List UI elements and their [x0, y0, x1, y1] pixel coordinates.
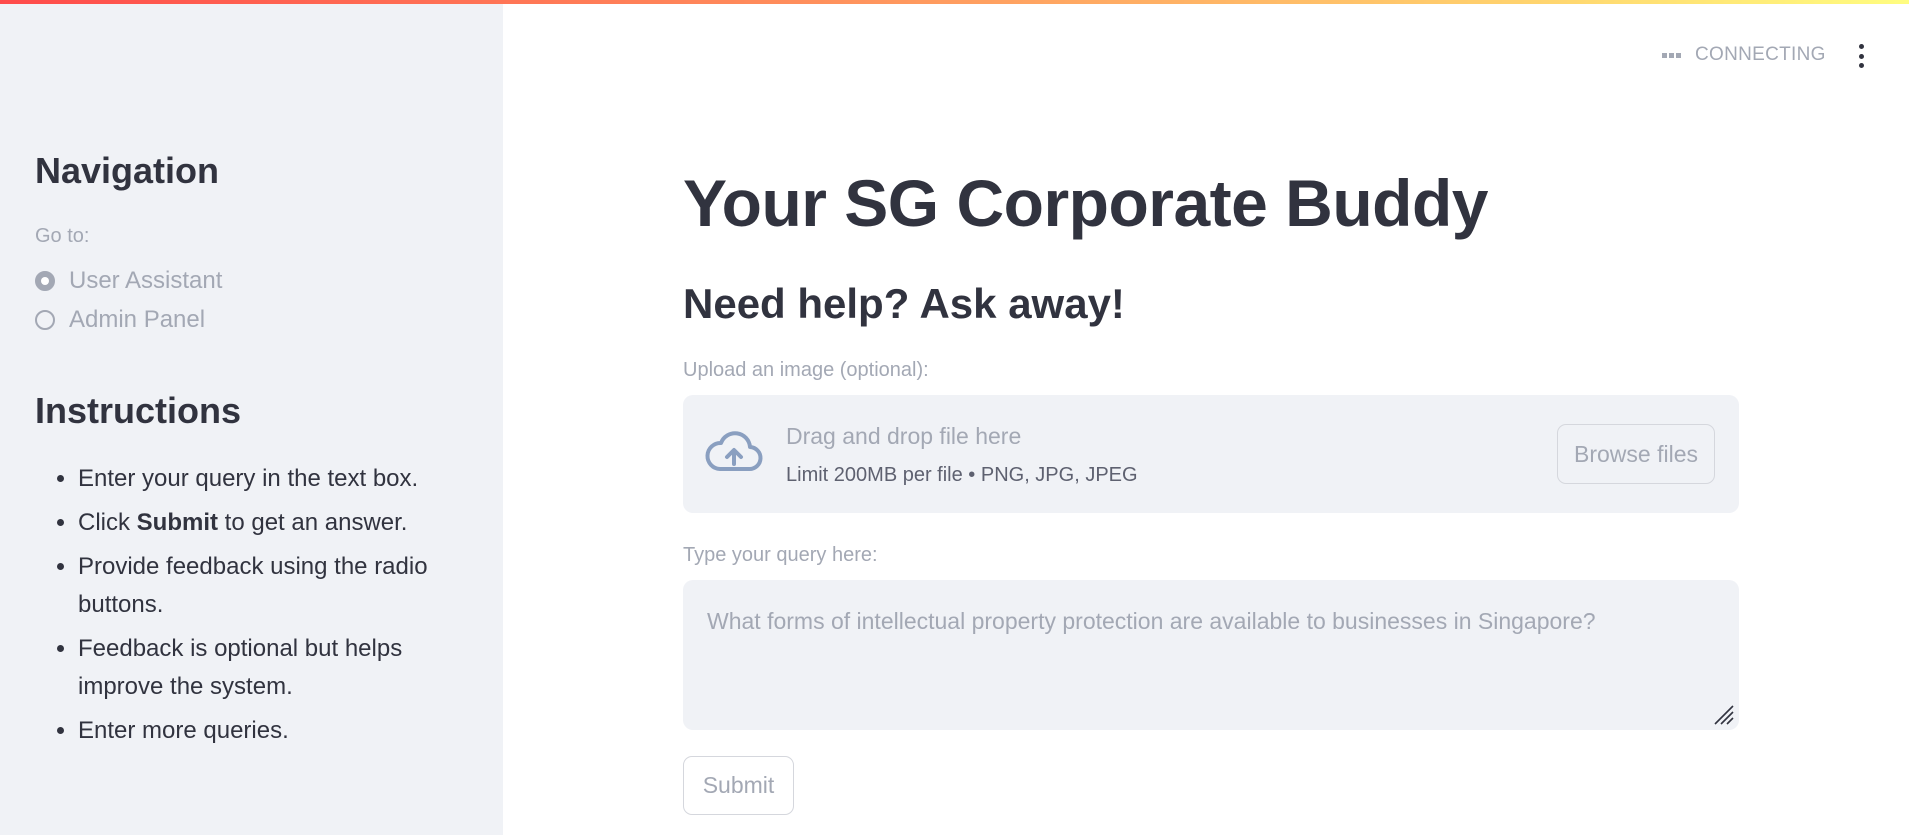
instruction-item: Enter your query in the text box.: [78, 460, 458, 498]
dropzone-limit-text: Limit 200MB per file • PNG, JPG, JPEG: [786, 464, 1138, 486]
instructions-heading: Instructions: [35, 390, 242, 431]
dropzone-instruction: Drag and drop file here: [786, 423, 1022, 449]
instruction-text: to get an answer.: [218, 509, 408, 536]
instruction-item: Enter more queries.: [78, 712, 458, 750]
sidebar: Navigation Go to: User Assistant Admin P…: [0, 0, 503, 835]
radio-option-admin-panel[interactable]: Admin Panel: [35, 306, 205, 334]
instruction-bold-text: Submit: [136, 509, 218, 536]
upload-label: Upload an image (optional):: [683, 359, 929, 381]
instruction-text: Click: [78, 509, 137, 536]
cloud-upload-icon: [705, 431, 763, 471]
instructions-list: Enter your query in the text box. Click …: [35, 460, 458, 756]
submit-button[interactable]: Submit: [683, 756, 794, 815]
instruction-text: Enter your query in the text box.: [78, 465, 419, 492]
instruction-text: Enter more queries.: [78, 717, 289, 744]
connecting-dots-icon: [1662, 52, 1683, 58]
browse-files-button[interactable]: Browse files: [1557, 424, 1715, 484]
query-label: Type your query here:: [683, 544, 878, 566]
radio-option-user-assistant[interactable]: User Assistant: [35, 267, 222, 295]
top-decoration-bar: [0, 0, 1909, 4]
instruction-text: Feedback is optional but helps improve t…: [78, 635, 403, 700]
query-textarea[interactable]: [683, 580, 1739, 730]
kebab-menu-icon[interactable]: [1855, 44, 1867, 68]
instruction-item: Provide feedback using the radio buttons…: [78, 548, 458, 624]
connection-status-text: CONNECTING: [1695, 44, 1826, 65]
radio-option-label: User Assistant: [69, 267, 223, 294]
radio-unselected-icon[interactable]: [35, 310, 55, 330]
instruction-text: Provide feedback using the radio buttons…: [78, 553, 428, 618]
file-dropzone[interactable]: Drag and drop file here Limit 200MB per …: [683, 395, 1739, 513]
radio-selected-icon[interactable]: [35, 271, 55, 291]
page-title: Your SG Corporate Buddy: [683, 166, 1489, 240]
navigation-heading: Navigation: [35, 150, 220, 191]
navigation-radio-label: Go to:: [35, 225, 90, 247]
radio-option-label: Admin Panel: [69, 306, 206, 333]
instruction-item: Click Submit to get an answer.: [78, 504, 458, 542]
page-subtitle: Need help? Ask away!: [683, 280, 1125, 327]
instruction-item: Feedback is optional but helps improve t…: [78, 630, 458, 706]
connection-status: CONNECTING: [1662, 44, 1826, 66]
